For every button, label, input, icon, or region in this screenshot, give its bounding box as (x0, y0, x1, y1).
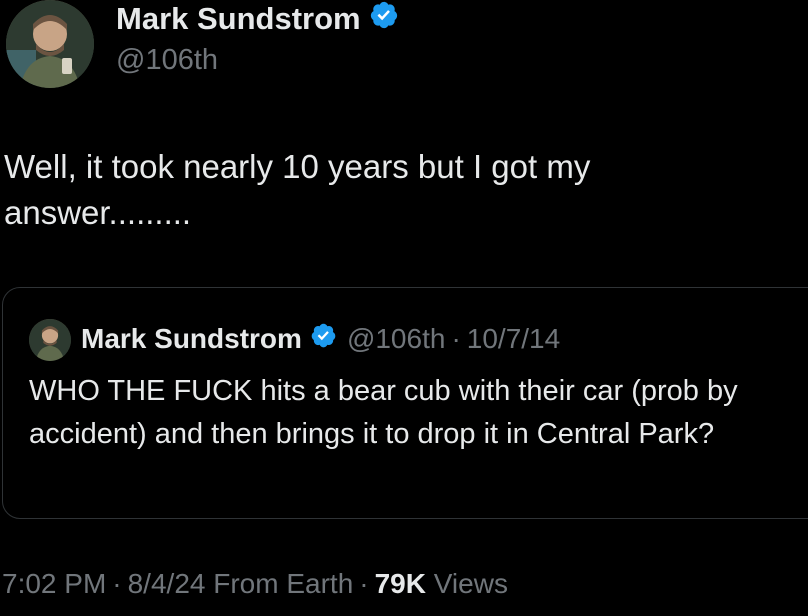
meta-separator: · (112, 568, 122, 599)
author-avatar[interactable] (6, 0, 94, 88)
tweet-source: From Earth (213, 568, 354, 599)
tweet-meta: 7:02 PM · 8/4/24 From Earth · 79K Views (2, 568, 508, 600)
views-count[interactable]: 79K (375, 568, 426, 599)
quoted-author-handle[interactable]: @106th (347, 323, 446, 355)
quoted-tweet-date[interactable]: 10/7/14 (467, 323, 560, 355)
quoted-author-name[interactable]: Mark Sundstrom (81, 323, 302, 355)
tweet-date[interactable]: 8/4/24 (128, 568, 206, 599)
quoted-tweet-card[interactable]: Mark Sundstrom @106th · 10/7/14 WHO THE … (2, 287, 808, 519)
quoted-author-avatar[interactable] (29, 319, 71, 361)
quoted-separator: · (451, 323, 461, 354)
verified-badge-icon (310, 322, 337, 356)
tweet-time[interactable]: 7:02 PM (2, 568, 106, 599)
meta-separator: · (359, 568, 369, 599)
quoted-tweet-text: WHO THE FUCK hits a bear cub with their … (29, 375, 738, 450)
author-handle[interactable]: @106th (116, 44, 218, 77)
author-name-row[interactable]: Mark Sundstrom (116, 0, 399, 38)
quoted-avatar-image (29, 319, 71, 361)
quoted-tweet-header: Mark Sundstrom @106th · 10/7/14 (81, 322, 560, 356)
views-label[interactable]: Views (434, 568, 508, 599)
avatar-image (6, 0, 94, 88)
verified-badge-icon[interactable] (369, 0, 399, 38)
author-name[interactable]: Mark Sundstrom (116, 1, 361, 37)
tweet-text: Well, it took nearly 10 years but I got … (4, 148, 591, 231)
